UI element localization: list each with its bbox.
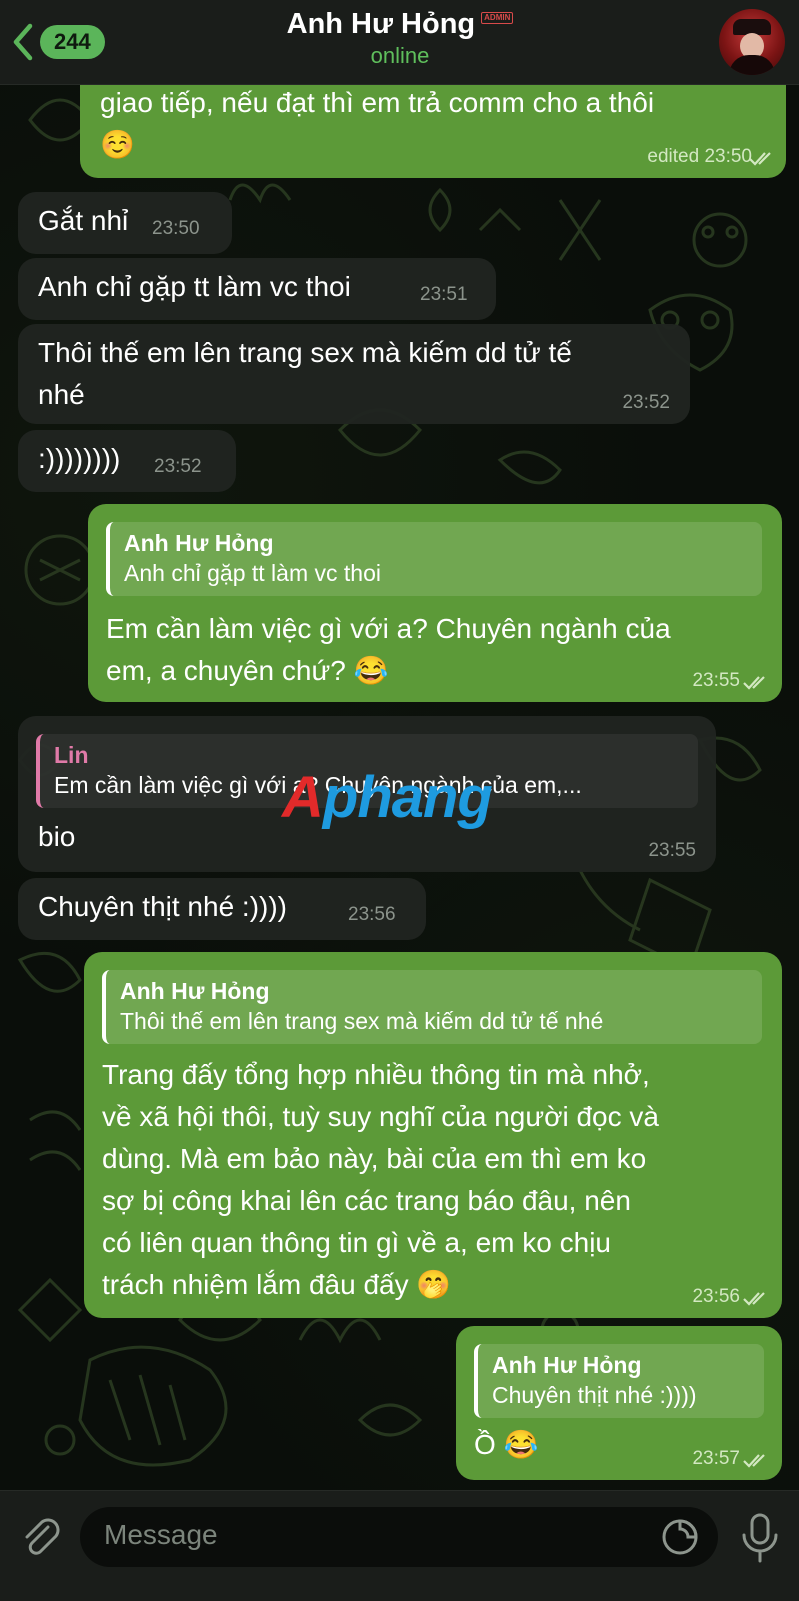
- avatar-body-shape: [729, 55, 775, 75]
- message-bubble-incoming[interactable]: Gắt nhỉ 23:50: [18, 192, 232, 254]
- message-time: 23:51: [420, 284, 468, 305]
- message-text-line: giao tiếp, nếu đạt thì em trả comm cho a…: [100, 87, 655, 118]
- message-time: 23:55: [648, 840, 696, 861]
- message-text: Chuyên thịt nhé :)))): [38, 891, 287, 922]
- message-text-line: Em cần làm việc gì với a? Chuyên ngành c…: [106, 613, 671, 644]
- watermark-logo: Aphang: [282, 764, 493, 831]
- message-text-line: Thôi thế em lên trang sex mà kiếm dd tử …: [38, 337, 572, 368]
- read-check-icon: [749, 152, 771, 166]
- message-bubble-outgoing[interactable]: giao tiếp, nếu đạt thì em trả comm cho a…: [80, 70, 786, 178]
- message-input-placeholder: Message: [104, 1519, 218, 1550]
- admin-badge: ADMIN: [481, 12, 514, 24]
- message-time: 23:56: [348, 904, 396, 925]
- chat-title-area[interactable]: Anh Hư Hỏng ADMIN online: [200, 8, 600, 69]
- message-bubble-incoming[interactable]: :)))))))) 23:52: [18, 430, 236, 492]
- reply-quote[interactable]: Anh Hư Hỏng Chuyên thịt nhé :)))): [474, 1344, 764, 1418]
- chat-header: 244 Anh Hư Hỏng ADMIN online: [0, 0, 799, 85]
- avatar[interactable]: [719, 9, 785, 75]
- reply-quote[interactable]: Anh Hư Hỏng Thôi thế em lên trang sex mà…: [102, 970, 762, 1044]
- message-text-line: dùng. Mà em bảo này, bài của em thì em k…: [102, 1143, 647, 1174]
- reply-author: Anh Hư Hỏng: [492, 1352, 642, 1378]
- message-time: 23:50: [152, 218, 200, 239]
- microphone-icon[interactable]: [738, 1513, 782, 1563]
- message-composer: Message: [0, 1490, 799, 1601]
- watermark-logo-rest: phang: [322, 765, 493, 830]
- message-text-line: sợ bị công khai lên các trang báo đâu, n…: [102, 1185, 631, 1216]
- message-text: Anh chỉ gặp tt làm vc thoi: [38, 271, 351, 302]
- reply-author: Anh Hư Hỏng: [120, 978, 270, 1004]
- read-check-icon: [743, 676, 765, 690]
- message-text: Ồ 😂: [474, 1429, 539, 1460]
- message-bubble-outgoing[interactable]: Anh Hư Hỏng Chuyên thịt nhé :)))) Ồ 😂 23…: [456, 1326, 782, 1480]
- message-text-line: Trang đấy tổng hợp nhiều thông tin mà nh…: [102, 1059, 650, 1090]
- reply-quote[interactable]: Anh Hư Hỏng Anh chỉ gặp tt làm vc thoi: [106, 522, 762, 596]
- message-time: edited 23:50: [647, 146, 752, 167]
- message-bubble-incoming[interactable]: Chuyên thịt nhé :)))) 23:56: [18, 878, 426, 940]
- read-check-icon: [743, 1292, 765, 1306]
- reply-author: Anh Hư Hỏng: [124, 530, 274, 556]
- message-text-line: về xã hội thôi, tuỳ suy nghĩ của người đ…: [102, 1101, 659, 1132]
- message-time: 23:55: [692, 670, 740, 691]
- sticker-icon[interactable]: [660, 1517, 700, 1557]
- message-bubble-outgoing[interactable]: Anh Hư Hỏng Anh chỉ gặp tt làm vc thoi E…: [88, 504, 782, 702]
- paperclip-icon[interactable]: [18, 1515, 64, 1561]
- message-text-line: ☺️: [100, 129, 135, 160]
- message-text-line: có liên quan thông tin gì về a, em ko ch…: [102, 1227, 611, 1258]
- chevron-left-icon: [13, 23, 33, 61]
- read-check-icon: [743, 1454, 765, 1468]
- message-bubble-incoming[interactable]: Thôi thế em lên trang sex mà kiếm dd tử …: [18, 324, 690, 424]
- reply-text: Anh chỉ gặp tt làm vc thoi: [124, 560, 381, 586]
- message-input[interactable]: Message: [80, 1507, 718, 1567]
- message-text-line: em, a chuyên chứ? 😂: [106, 655, 389, 686]
- message-text: :)))))))): [38, 443, 121, 474]
- back-button[interactable]: 244: [10, 20, 105, 64]
- message-text: bio: [38, 821, 76, 852]
- chat-status: online: [370, 43, 430, 68]
- message-time: 23:52: [622, 392, 670, 413]
- chat-title: Anh Hư Hỏng: [286, 8, 476, 40]
- message-text: Gắt nhỉ: [38, 205, 129, 236]
- message-time: 23:56: [692, 1286, 740, 1307]
- watermark-logo-first: A: [282, 765, 324, 830]
- reply-text: Thôi thế em lên trang sex mà kiếm dd tử …: [120, 1008, 604, 1034]
- message-time: 23:57: [692, 1448, 740, 1469]
- unread-count-badge: 244: [40, 25, 105, 59]
- message-text-line: nhé: [38, 379, 85, 410]
- message-time: 23:52: [154, 456, 202, 477]
- message-bubble-outgoing[interactable]: Anh Hư Hỏng Thôi thế em lên trang sex mà…: [84, 952, 782, 1318]
- message-text-line: trách nhiệm lắm đâu đấy 🤭: [102, 1269, 452, 1300]
- message-bubble-incoming[interactable]: Anh chỉ gặp tt làm vc thoi 23:51: [18, 258, 496, 320]
- reply-text: Chuyên thịt nhé :)))): [492, 1382, 697, 1408]
